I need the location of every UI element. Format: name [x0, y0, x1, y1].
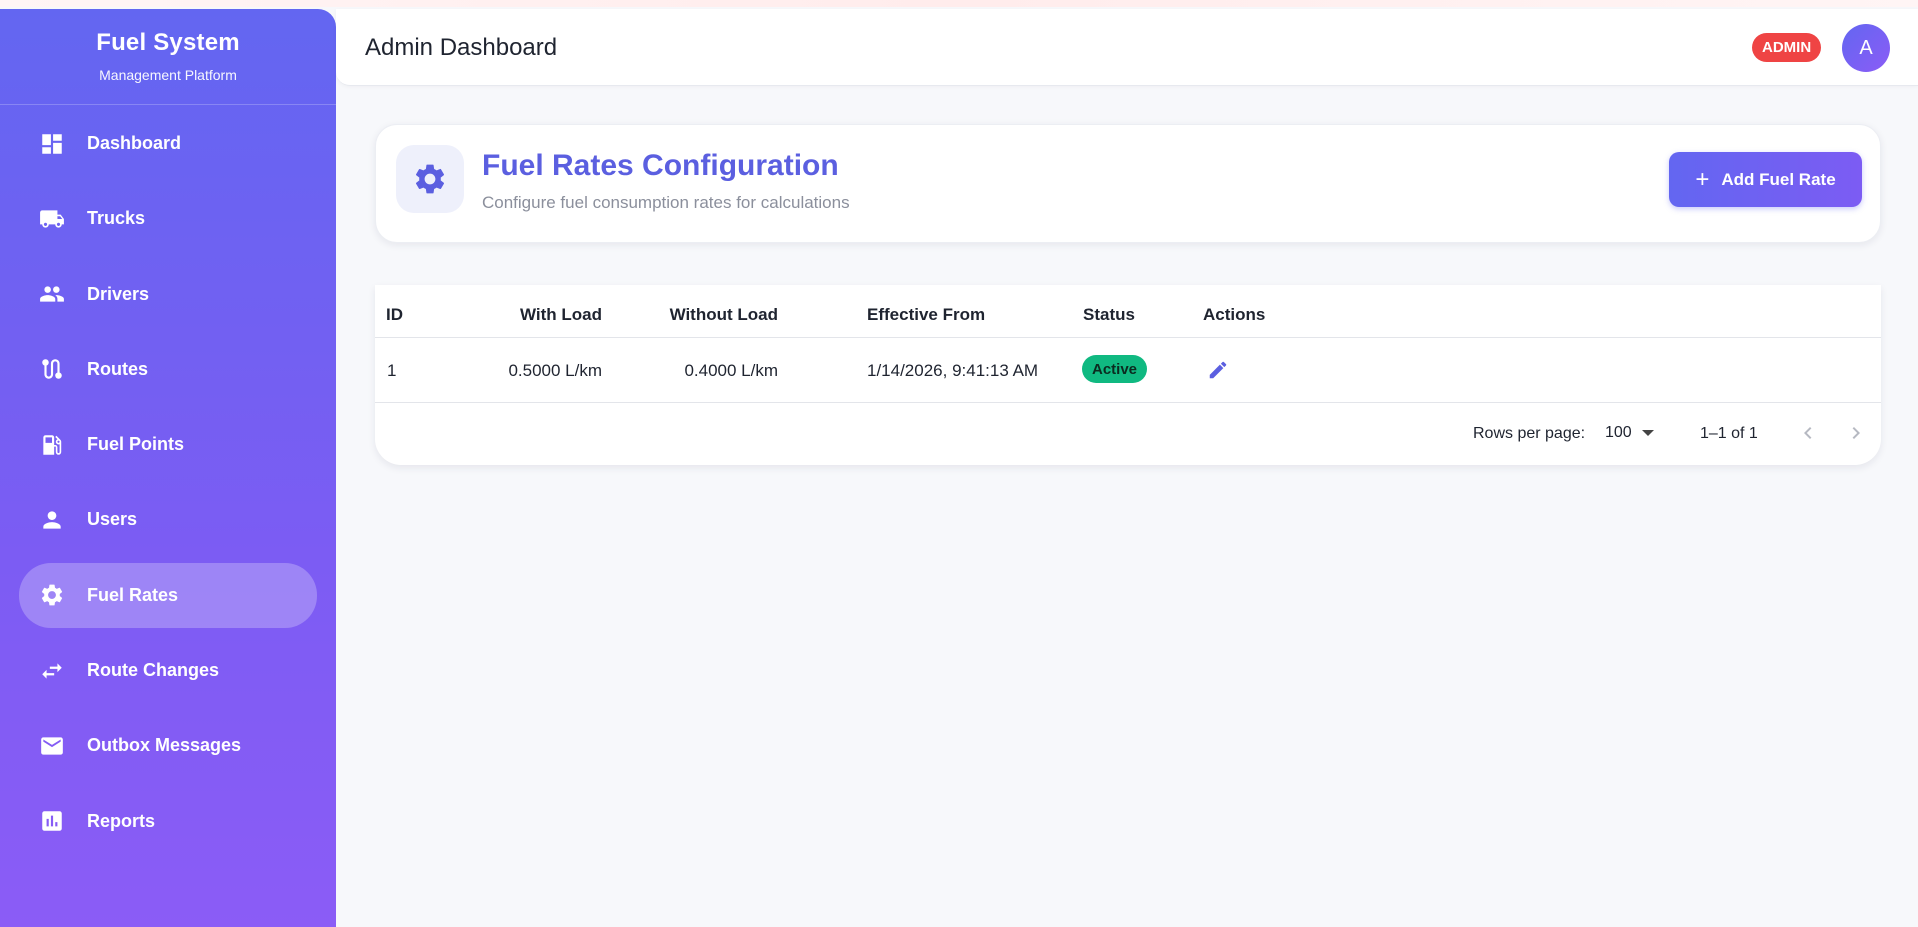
edit-pencil-icon[interactable] — [1207, 359, 1229, 381]
top-accent-line — [0, 0, 1918, 7]
bar-chart-icon — [38, 807, 66, 835]
cell-without-load: 0.4000 L/km — [684, 361, 778, 380]
fuel-rates-config-card: Fuel Rates Configuration Configure fuel … — [375, 124, 1881, 243]
sidebar-item-label: Dashboard — [87, 133, 182, 153]
column-header-without-load[interactable]: Without Load — [645, 305, 778, 325]
sidebar-item-label: Routes — [87, 358, 149, 379]
brand-title: Fuel System — [96, 29, 240, 56]
sidebar-item-label: Route Changes — [87, 660, 220, 681]
table-header-row: ID With Load Without Load Effective From… — [375, 285, 1881, 338]
add-fuel-rate-label: Add Fuel Rate — [1721, 169, 1836, 189]
rows-per-page-label: Rows per page: — [1473, 425, 1586, 442]
fuel-rates-table: ID With Load Without Load Effective From… — [375, 285, 1881, 465]
page-title: Admin Dashboard — [365, 34, 558, 61]
chevron-left-icon — [1804, 427, 1812, 439]
next-page-button[interactable] — [1844, 421, 1868, 445]
sidebar-item-route-changes[interactable]: Route Changes — [19, 638, 317, 703]
status-badge: Active — [1082, 355, 1148, 383]
fuel-pump-icon — [38, 431, 66, 459]
sidebar-item-outbox-messages[interactable]: Outbox Messages — [19, 713, 317, 778]
avatar[interactable]: A — [1842, 24, 1890, 72]
table-row: 1 0.5000 L/km 0.4000 L/km 1/14/2026, 9:4… — [375, 338, 1881, 403]
brand: Fuel System Management Platform — [0, 9, 336, 105]
swap-arrows-icon — [38, 657, 66, 685]
column-header-id[interactable]: ID — [386, 305, 403, 325]
rows-per-page-select[interactable]: 100 — [1605, 424, 1654, 442]
config-subtitle: Configure fuel consumption rates for cal… — [482, 193, 850, 212]
people-icon — [38, 280, 66, 308]
column-header-status[interactable]: Status — [1083, 305, 1135, 325]
truck-icon — [38, 205, 66, 233]
sidebar-item-fuel-points[interactable]: Fuel Points — [19, 412, 317, 477]
top-header: Admin Dashboard ADMIN A — [336, 9, 1918, 86]
chevron-right-icon — [1852, 427, 1860, 439]
pagination-range: 1–1 of 1 — [1700, 425, 1758, 442]
sidebar-item-routes[interactable]: Routes — [19, 337, 317, 402]
table-pagination: Rows per page: 100 1–1 of 1 — [375, 403, 1881, 465]
add-fuel-rate-button[interactable]: + Add Fuel Rate — [1669, 152, 1862, 207]
gear-icon — [396, 145, 464, 213]
cell-effective-from: 1/14/2026, 9:41:13 AM — [867, 361, 1039, 380]
dashboard-icon — [38, 130, 66, 158]
config-title: Fuel Rates Configuration — [482, 149, 839, 182]
route-icon — [38, 355, 66, 383]
sidebar-item-fuel-rates[interactable]: Fuel Rates — [19, 562, 317, 628]
sidebar: Fuel System Management Platform Dashboar… — [0, 9, 336, 927]
rows-per-page-value: 100 — [1605, 424, 1632, 441]
sidebar-item-label: Outbox Messages — [87, 735, 242, 756]
cell-id: 1 — [387, 361, 397, 380]
chevron-down-icon — [1641, 430, 1654, 436]
sidebar-item-dashboard[interactable]: Dashboard — [19, 111, 317, 176]
sidebar-item-reports[interactable]: Reports — [19, 789, 317, 854]
sidebar-item-drivers[interactable]: Drivers — [19, 262, 317, 327]
sidebar-item-label: Trucks — [87, 208, 146, 229]
sidebar-item-trucks[interactable]: Trucks — [19, 186, 317, 251]
sidebar-item-label: Fuel Rates — [87, 584, 179, 605]
sidebar-item-label: Reports — [87, 810, 156, 831]
role-badge: ADMIN — [1752, 33, 1822, 62]
column-header-with-load[interactable]: With Load — [515, 305, 602, 325]
sidebar-nav: Dashboard Trucks Drivers Routes Fuel Poi… — [0, 111, 336, 854]
sidebar-item-users[interactable]: Users — [19, 487, 317, 552]
sidebar-item-label: Drivers — [87, 283, 150, 304]
gear-icon — [38, 581, 66, 609]
mail-icon — [38, 732, 66, 760]
column-header-actions: Actions — [1203, 305, 1266, 324]
column-header-effective-from[interactable]: Effective From — [867, 305, 985, 325]
cell-with-load: 0.5000 L/km — [508, 361, 602, 380]
brand-subtitle: Management Platform — [99, 67, 237, 83]
person-icon — [38, 506, 66, 534]
sidebar-item-label: Fuel Points — [87, 434, 185, 455]
previous-page-button[interactable] — [1796, 421, 1820, 445]
plus-icon: + — [1695, 165, 1710, 193]
sidebar-item-label: Users — [87, 509, 138, 530]
